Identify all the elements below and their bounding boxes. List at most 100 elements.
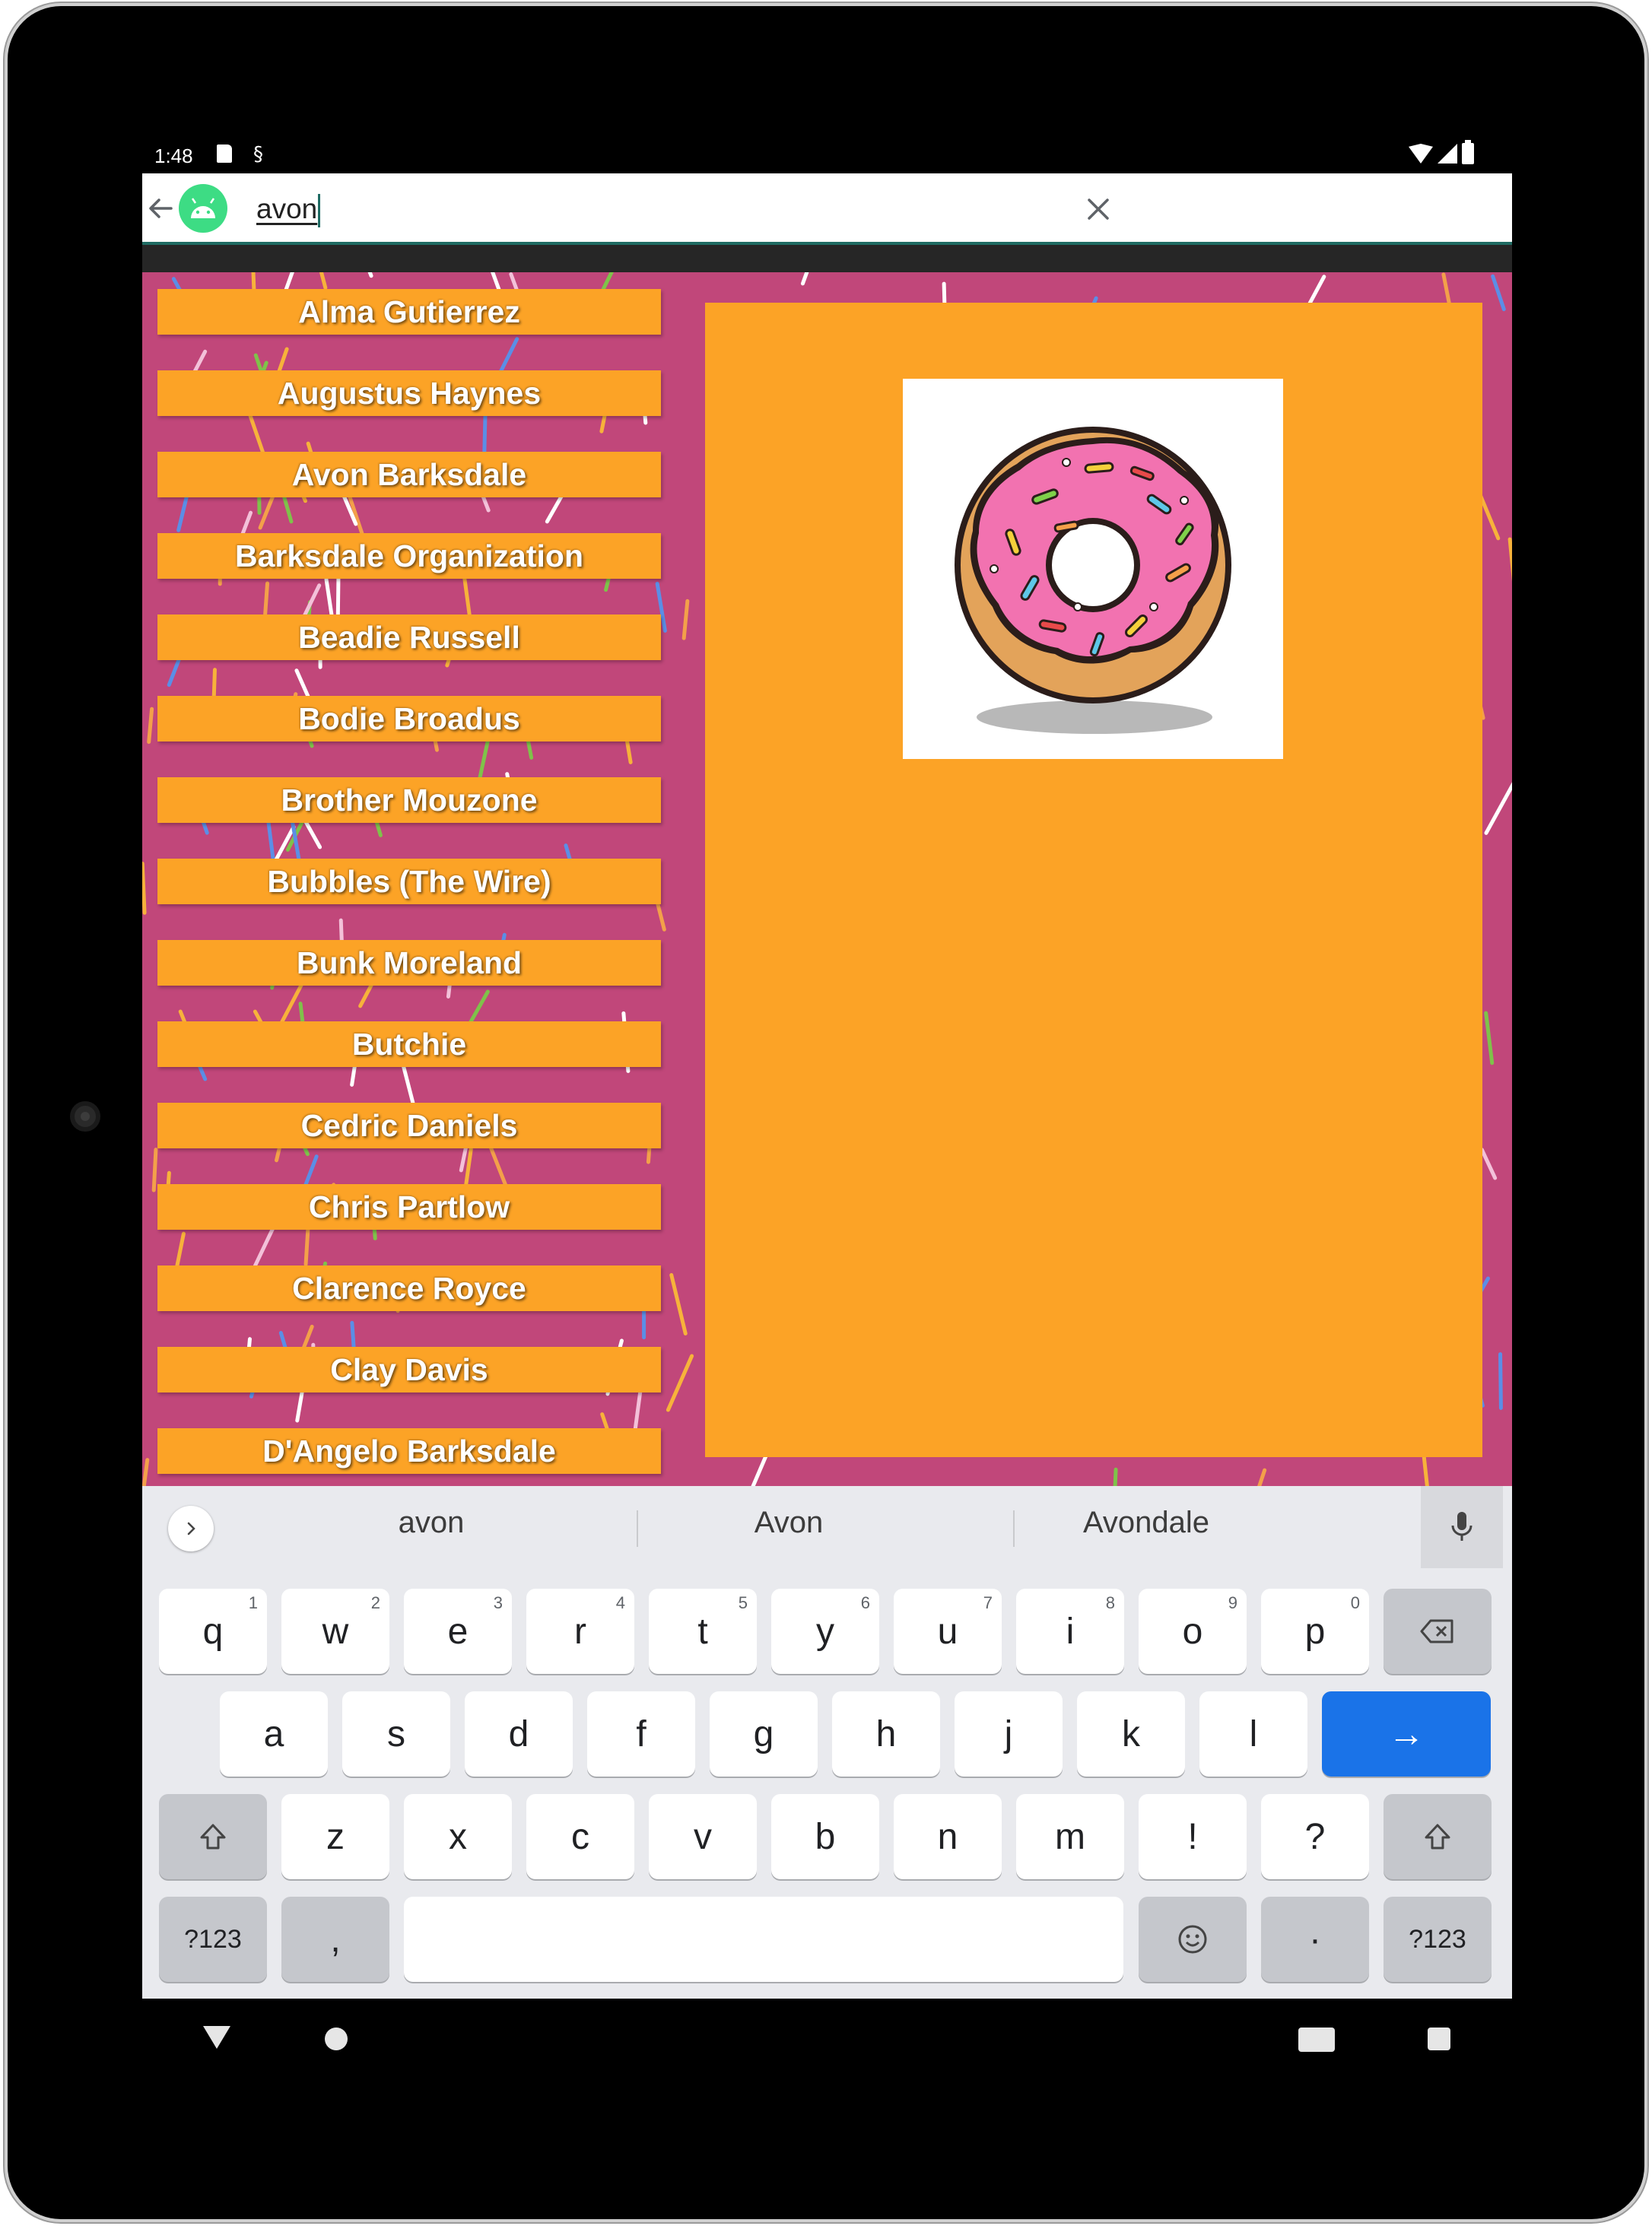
key-j[interactable]: j — [955, 1691, 1063, 1777]
symbols-key[interactable]: ?123 — [159, 1897, 267, 1982]
key-a[interactable]: a — [220, 1691, 328, 1777]
key-e[interactable]: e3 — [404, 1589, 512, 1674]
battery-icon — [1462, 140, 1474, 164]
emoji-icon — [1178, 1925, 1207, 1954]
key-m[interactable]: m — [1016, 1794, 1124, 1879]
key-p[interactable]: p0 — [1261, 1589, 1369, 1674]
list-item[interactable]: Beadie Russell — [157, 614, 661, 660]
suggestion-3[interactable]: Avondale — [971, 1506, 1321, 1540]
list-item[interactable]: Bunk Moreland — [157, 940, 661, 986]
emoji-key[interactable] — [1139, 1897, 1247, 1982]
shift-icon — [200, 1824, 226, 1850]
key-hint: 8 — [1105, 1593, 1115, 1612]
key-t[interactable]: t5 — [649, 1589, 757, 1674]
suggestion-1[interactable]: avon — [256, 1506, 606, 1540]
list-item[interactable]: Bodie Broadus — [157, 696, 661, 741]
list-item[interactable]: Augustus Haynes — [157, 370, 661, 416]
key-label: d — [508, 1713, 529, 1754]
sprinkle — [800, 272, 809, 286]
suggestion-2[interactable]: Avon — [614, 1506, 964, 1540]
soft-keyboard: avon Avon Avondale q1w2e3r4t5y6u7i8o9p0a… — [142, 1486, 1512, 1999]
nav-home-icon[interactable] — [325, 2028, 348, 2050]
key-hint: 3 — [493, 1593, 503, 1612]
key-label: ?123 — [1409, 1924, 1466, 1954]
key-w[interactable]: w2 — [281, 1589, 389, 1674]
key-h[interactable]: h — [832, 1691, 940, 1777]
list-item[interactable]: Chris Partlow — [157, 1184, 661, 1230]
suggestion-strip: avon Avon Avondale — [142, 1486, 1512, 1568]
shift-key-right[interactable] — [1384, 1794, 1492, 1879]
list-item[interactable]: Avon Barksdale — [157, 452, 661, 497]
character-list: Alma Gutierrez Augustus Haynes Avon Barksd… — [157, 289, 661, 1486]
sprinkle — [142, 1458, 150, 1486]
list-item[interactable]: Clarence Royce — [157, 1265, 661, 1311]
list-item[interactable]: Barksdale Organization — [157, 533, 661, 579]
key-x[interactable]: x — [404, 1794, 512, 1879]
space-bar[interactable] — [404, 1897, 1123, 1982]
sprinkle — [1507, 537, 1512, 582]
text-caret — [318, 194, 321, 228]
key-label: x — [449, 1816, 467, 1857]
arrow-left-icon[interactable] — [145, 193, 176, 224]
search-input[interactable]: avon — [256, 193, 321, 228]
key-b[interactable]: b — [771, 1794, 879, 1879]
key-![interactable]: ! — [1139, 1794, 1247, 1879]
key-o[interactable]: o9 — [1139, 1589, 1247, 1674]
key-v[interactable]: v — [649, 1794, 757, 1879]
key-q[interactable]: q1 — [159, 1589, 267, 1674]
chevron-right-icon[interactable] — [168, 1506, 214, 1551]
period-key[interactable]: · — [1261, 1897, 1369, 1982]
key-label: a — [263, 1713, 284, 1754]
navigation-bar — [142, 1999, 1512, 2087]
key-k[interactable]: k — [1077, 1691, 1185, 1777]
list-item[interactable]: D'Angelo Barksdale — [157, 1428, 661, 1474]
list-item[interactable]: Brother Mouzone — [157, 777, 661, 823]
key-i[interactable]: i8 — [1016, 1589, 1124, 1674]
vpn-icon: § — [253, 143, 263, 166]
backspace-key[interactable] — [1384, 1589, 1492, 1674]
key-c[interactable]: c — [526, 1794, 634, 1879]
nav-back-icon[interactable] — [203, 2026, 230, 2049]
nav-recents-icon[interactable] — [1428, 2028, 1450, 2050]
enter-key[interactable]: → — [1322, 1691, 1491, 1777]
key-hint: 7 — [983, 1593, 993, 1612]
screen: 1:48 § avon Alma Gutierrez Augustus Hayn… — [142, 134, 1512, 1999]
key-r[interactable]: r4 — [526, 1589, 634, 1674]
key-f[interactable]: f — [587, 1691, 695, 1777]
key-label: ! — [1187, 1816, 1198, 1857]
key-label: , — [330, 1919, 341, 1960]
list-item[interactable]: Clay Davis — [157, 1347, 661, 1392]
key-l[interactable]: l — [1199, 1691, 1307, 1777]
key-label: ?123 — [184, 1924, 242, 1954]
sprinkle — [319, 272, 328, 290]
sprinkle — [151, 1148, 158, 1192]
shift-key[interactable] — [159, 1794, 267, 1879]
key-label: t — [697, 1611, 708, 1652]
key-z[interactable]: z — [281, 1794, 389, 1879]
key-s[interactable]: s — [342, 1691, 450, 1777]
sprinkle — [142, 862, 147, 915]
key-label: j — [1004, 1713, 1013, 1754]
key-?[interactable]: ? — [1261, 1794, 1369, 1879]
list-item[interactable]: Bubbles (The Wire) — [157, 859, 661, 904]
list-item[interactable]: Butchie — [157, 1021, 661, 1067]
sprinkle — [147, 707, 154, 745]
key-label: h — [875, 1713, 897, 1754]
key-n[interactable]: n — [894, 1794, 1002, 1879]
keyboard-switch-icon[interactable] — [1298, 2028, 1335, 2052]
key-y[interactable]: y6 — [771, 1589, 879, 1674]
symbols-key-right[interactable]: ?123 — [1384, 1897, 1492, 1982]
key-d[interactable]: d — [465, 1691, 573, 1777]
sprinkle — [1484, 1011, 1495, 1065]
list-item[interactable]: Cedric Daniels — [157, 1103, 661, 1148]
close-icon[interactable] — [1082, 192, 1115, 226]
comma-key[interactable]: , — [281, 1897, 389, 1982]
key-g[interactable]: g — [710, 1691, 818, 1777]
key-u[interactable]: u7 — [894, 1589, 1002, 1674]
key-label: i — [1066, 1611, 1075, 1652]
key-hint: 6 — [860, 1593, 870, 1612]
mic-icon[interactable] — [1421, 1486, 1503, 1568]
sprinkle — [1491, 274, 1506, 312]
key-label: q — [202, 1611, 224, 1652]
list-item[interactable]: Alma Gutierrez — [157, 289, 661, 335]
